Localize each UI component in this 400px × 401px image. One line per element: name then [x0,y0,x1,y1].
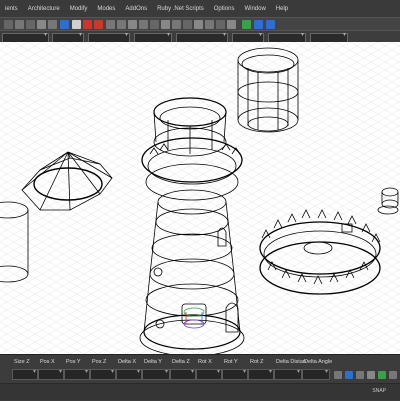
pos-z-field[interactable] [90,368,116,380]
tool-icon[interactable] [216,20,225,29]
menu-item-ruby-net-scripts[interactable]: Ruby .Net Scripts [152,6,209,12]
field-label-rot-z: Rot Z [250,359,264,365]
tool-icon[interactable] [356,371,364,379]
rot-z-field[interactable] [248,368,274,380]
select-tool-icon[interactable] [60,20,69,29]
tool-icon[interactable] [4,20,13,29]
snap-indicator[interactable]: SNAP [372,388,386,394]
iso-grid [0,42,400,354]
tool-icon[interactable] [139,20,148,29]
delta-z-field[interactable] [170,368,196,380]
field-label-rot-x: Rot X [198,359,212,365]
field-label-delta-z: Delta Z [172,359,190,365]
blue-tool-icon[interactable] [254,20,263,29]
stop-icon[interactable] [83,20,92,29]
field-label-pos-y: Pos Y [66,359,81,365]
tool-icon[interactable] [72,20,81,29]
tool-icon[interactable] [172,20,181,29]
tool-icon[interactable] [26,20,35,29]
blue-tool-icon[interactable] [266,20,275,29]
delta-x-field[interactable] [116,368,142,380]
tool-icon[interactable] [227,20,236,29]
delta-distance-field[interactable] [274,368,302,380]
tool-icon[interactable] [205,20,214,29]
menu-item-modify[interactable]: Modify [65,6,93,12]
status-bar: Size Z Pos X Pos Y Pos Z Delta X Delta Y… [0,354,400,401]
tool-icon[interactable] [183,20,192,29]
field-label-size-z: Size Z [14,359,30,365]
green-tool-icon[interactable] [378,371,386,379]
rot-y-field[interactable] [222,368,248,380]
tool-icon[interactable] [389,371,397,379]
green-tool-icon[interactable] [242,20,251,29]
wireframe-scene [0,42,400,354]
pos-y-field[interactable] [64,368,90,380]
delta-y-field[interactable] [142,368,170,380]
rot-x-field[interactable] [196,368,222,380]
menu-item-architecture[interactable]: Architecture [23,6,65,12]
field-label-rot-y: Rot Y [224,359,238,365]
menu-item-modes[interactable]: Modes [92,6,120,12]
field-label-pos-x: Pos X [40,359,55,365]
pos-x-field[interactable] [38,368,64,380]
tool-icon[interactable] [15,20,24,29]
field-label-delta-y: Delta Y [144,359,162,365]
field-label-delta-distance: Delta Distan [276,359,306,365]
menu-item-addons[interactable]: AddOns [120,6,152,12]
tool-icon[interactable] [161,20,170,29]
main-toolbar [0,17,400,31]
menu-item-ients[interactable]: ients [0,6,23,12]
menu-item-window[interactable]: Window [239,6,270,12]
tool-icon[interactable] [150,20,159,29]
tool-icon[interactable] [194,20,203,29]
tool-icon[interactable] [37,20,46,29]
menu-item-options[interactable]: Options [209,6,240,12]
delete-icon[interactable] [94,20,103,29]
delta-angle-field[interactable] [302,368,330,380]
tool-icon[interactable] [117,20,126,29]
tool-icon[interactable] [106,20,115,29]
tool-icon[interactable] [334,371,342,379]
menu-bar: ients Architecture Modify Modes AddOns R… [0,0,400,17]
size-z-field[interactable] [12,368,38,380]
blue-tool-icon[interactable] [345,371,353,379]
tool-icon[interactable] [128,20,137,29]
tool-icon[interactable] [48,20,57,29]
3d-viewport[interactable] [0,42,400,354]
field-label-pos-z: Pos Z [92,359,107,365]
tool-icon[interactable] [367,371,375,379]
menu-item-help[interactable]: Help [271,6,293,12]
status-row: SNAP [0,383,400,400]
field-label-delta-x: Delta X [118,359,137,365]
